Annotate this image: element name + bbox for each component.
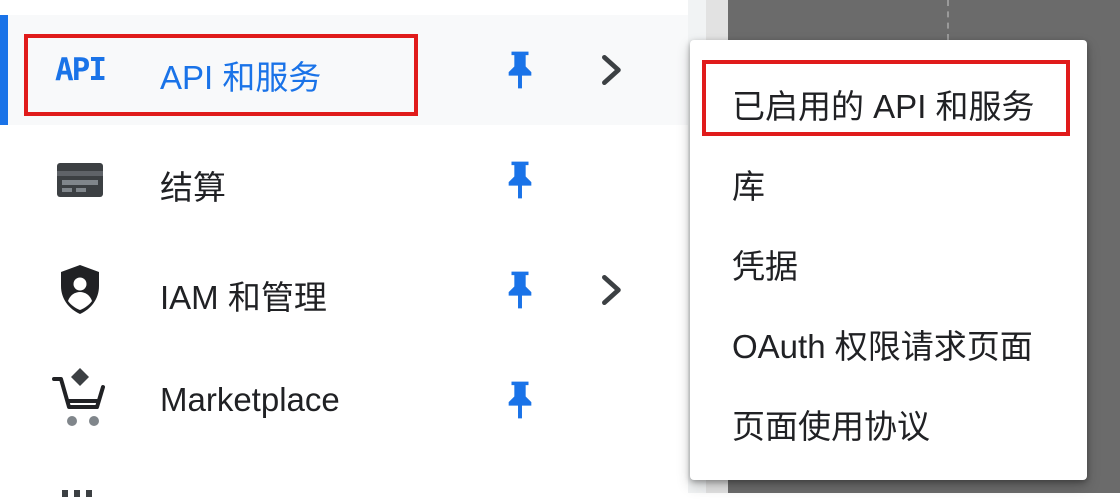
- submenu-item-page-usage-agreement[interactable]: 页面使用协议: [690, 380, 1087, 460]
- shield-user-icon: [48, 258, 112, 322]
- nav-item-marketplace[interactable]: Marketplace: [0, 345, 688, 455]
- highlight-box-api-services: [24, 34, 418, 116]
- billing-card-icon: [48, 148, 112, 212]
- active-indicator: [0, 15, 8, 125]
- submenu-item-library[interactable]: 库: [690, 140, 1087, 220]
- nav-item-label: 结算: [160, 169, 226, 206]
- chevron-right-icon[interactable]: [596, 273, 624, 307]
- chevron-right-icon[interactable]: [596, 53, 624, 87]
- submenu-item-label: 凭据: [732, 248, 798, 285]
- submenu-item-oauth-consent[interactable]: OAuth 权限请求页面: [690, 300, 1087, 380]
- grid-icon: [60, 484, 100, 497]
- pin-icon[interactable]: [503, 270, 537, 310]
- highlight-box-enabled-apis: [702, 60, 1070, 136]
- marketplace-cart-icon: [48, 367, 112, 431]
- submenu-item-label: OAuth 权限请求页面: [732, 328, 1033, 365]
- submenu-item-credentials[interactable]: 凭据: [690, 220, 1087, 300]
- pin-icon[interactable]: [503, 50, 537, 90]
- submenu-item-label: 页面使用协议: [732, 408, 930, 445]
- nav-item-label: Marketplace: [160, 381, 340, 418]
- nav-item-label: IAM 和管理: [160, 279, 327, 316]
- nav-item-billing[interactable]: 结算: [0, 125, 688, 235]
- app-content-divider: [947, 0, 949, 40]
- submenu-item-label: 库: [732, 168, 765, 205]
- nav-item-iam-admin[interactable]: IAM 和管理: [0, 235, 688, 345]
- pin-icon[interactable]: [503, 160, 537, 200]
- pin-icon[interactable]: [503, 380, 537, 420]
